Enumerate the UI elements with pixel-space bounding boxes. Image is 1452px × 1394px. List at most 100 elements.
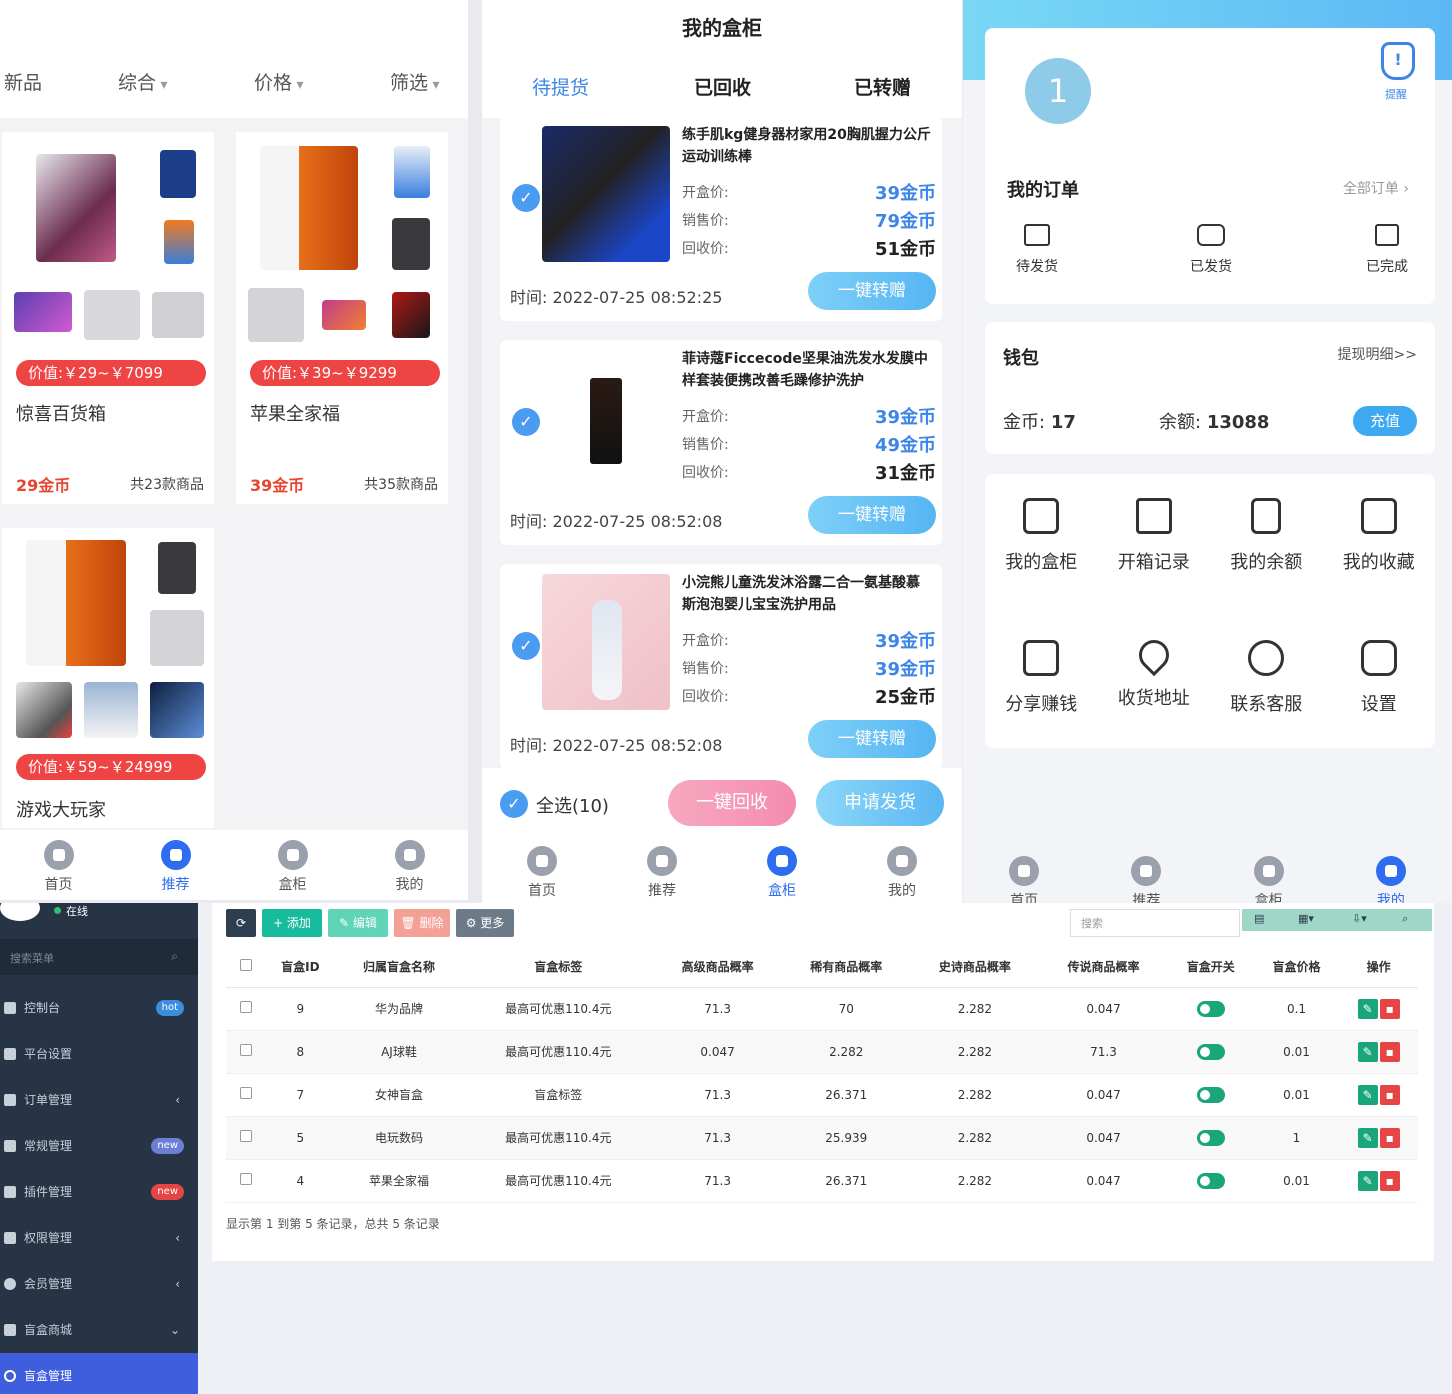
box-icon [1375, 224, 1399, 246]
order-state-shipped[interactable]: 已发货 [1181, 224, 1241, 276]
tab-home[interactable]: 首页 [0, 830, 117, 900]
transfer-button[interactable]: 一键转赠 [808, 272, 936, 310]
filter-new[interactable]: 新品 [4, 68, 42, 95]
columns-icon[interactable]: ▤ [1254, 912, 1264, 925]
column-legend-prob[interactable]: 传说商品概率 [1039, 947, 1168, 988]
tab-mine[interactable]: 我的 [1330, 846, 1452, 910]
column-name[interactable]: 归属盲盒名称 [334, 947, 464, 988]
avatar[interactable]: 1 [1025, 58, 1091, 124]
table-header-row: 盲盒ID 归属盲盒名称 盲盒标签 高级商品概率 稀有商品概率 史诗商品概率 传说… [226, 947, 1418, 988]
menu-open-records[interactable]: 开箱记录 [1098, 498, 1211, 574]
order-state-pending[interactable]: 待发货 [1007, 224, 1067, 276]
check-icon[interactable]: ✓ [512, 184, 540, 212]
select-all-label[interactable]: 全选(10) [536, 792, 609, 818]
menu-my-balance[interactable]: 我的余额 [1210, 498, 1323, 574]
row-checkbox [240, 1087, 252, 1099]
table-row[interactable]: 9 华为品牌 最高可优惠110.4元 71.3 70 2.282 0.047 0.1 ✎ ▪ [226, 987, 1418, 1031]
tab-cabinet[interactable]: 盒柜 [234, 830, 351, 900]
export-icon[interactable]: ⇩▾ [1352, 912, 1367, 925]
sidebar-item-blindbox-manage[interactable]: 盲盒管理 [0, 1353, 198, 1394]
sidebar-item-orders[interactable]: 订单管理 ‹ [0, 1077, 198, 1123]
sidebar-item-permissions[interactable]: 权限管理 ‹ [0, 1215, 198, 1261]
column-tag[interactable]: 盲盒标签 [463, 947, 654, 988]
column-id[interactable]: 盲盒ID [266, 947, 335, 988]
recycle-all-button[interactable]: 一键回收 [668, 780, 796, 826]
more-button[interactable]: ⚙ 更多 [456, 909, 514, 937]
table-row[interactable]: 5 电玩数码 最高可优惠110.4元 71.3 25.939 2.282 0.047 1 ✎… [226, 1116, 1418, 1160]
table-tools[interactable]: ▤ ▦▾ ⇩▾ ⌕ [1242, 909, 1432, 931]
tab-recycled[interactable]: 已回收 [694, 73, 751, 100]
delete-button[interactable]: 🗑 删除 [394, 909, 450, 937]
table-row[interactable]: 8 AJ球鞋 最高可优惠110.4元 0.047 2.282 2.282 71.3 0.01… [226, 1030, 1418, 1074]
check-icon[interactable]: ✓ [512, 632, 540, 660]
filter-screen[interactable]: 筛选 [390, 68, 440, 95]
table-row[interactable]: 7 女神盲盒 盲盒标签 71.3 26.371 2.282 0.047 0.01 ✎ ▪ [226, 1073, 1418, 1117]
menu-grid-row: 分享赚钱 收货地址 联系客服 设置 [985, 633, 1436, 716]
menu-search[interactable]: 搜索菜单 ⌕ [0, 939, 198, 975]
sidebar-item-general[interactable]: 常规管理 new [0, 1123, 198, 1169]
transfer-button[interactable]: 一键转赠 [808, 496, 936, 534]
column-price[interactable]: 盲盒价格 [1253, 947, 1340, 988]
product-card[interactable]: 价值:￥39~￥9299 苹果全家福 39金币 共35款商品 [236, 132, 448, 504]
sidebar-item-members[interactable]: 会员管理 ‹ [0, 1261, 198, 1307]
menu-share[interactable]: 分享赚钱 [985, 640, 1098, 716]
product-card[interactable]: 价值:￥59~￥24999 游戏大玩家 [2, 528, 214, 828]
tab-recommend[interactable]: 推荐 [602, 836, 722, 905]
filter-price[interactable]: 价格 [254, 68, 304, 95]
sell-price-label: 销售价: [682, 213, 729, 229]
tab-cabinet[interactable]: 盒柜 [1208, 846, 1330, 910]
transfer-button[interactable]: 一键转赠 [808, 720, 936, 758]
tab-pending[interactable]: 待提货 [532, 73, 589, 100]
menu-settings[interactable]: 设置 [1323, 640, 1436, 716]
delete-icon: ▪ [1379, 1041, 1400, 1062]
product-card[interactable]: 价值:￥29~￥7099 惊喜百货箱 29金币 共23款商品 [2, 132, 214, 504]
order-time: 时间: 2022-07-25 08:52:25 [510, 288, 723, 307]
search-input[interactable]: 搜索 [1070, 909, 1240, 937]
tab-home[interactable]: 首页 [482, 836, 602, 905]
headset-icon [1248, 640, 1285, 676]
laptop-image [150, 682, 204, 738]
select-all-checkbox [240, 959, 252, 972]
keyboard-image [16, 682, 72, 738]
tab-mine[interactable]: 我的 [351, 830, 468, 900]
column-epic-prob[interactable]: 史诗商品概率 [910, 947, 1040, 988]
sidebar-item-plugins[interactable]: 插件管理 new [0, 1169, 198, 1215]
sidebar-item-platform[interactable]: 平台设置 [0, 1031, 198, 1077]
earbuds-image [248, 288, 304, 342]
open-price: 39金币 [874, 631, 936, 652]
search-input[interactable]: 搜索菜单 [10, 950, 54, 966]
tab-transferred[interactable]: 已转赠 [854, 73, 911, 100]
notice-label[interactable]: 提醒 [1385, 86, 1407, 102]
column-switch[interactable]: 盲盒开关 [1167, 947, 1254, 988]
column-rare-prob[interactable]: 稀有商品概率 [781, 947, 911, 988]
add-button[interactable]: + 添加 [262, 909, 322, 937]
withdraw-link[interactable]: 提现明细>> [1338, 344, 1417, 364]
sidebar-item-blindbox-mall[interactable]: 盲盒商城 ⌄ [0, 1307, 198, 1353]
search-icon[interactable]: ⌕ [1402, 912, 1408, 926]
all-orders-link[interactable]: 全部订单 › [1343, 178, 1409, 198]
column-advanced-prob[interactable]: 高级商品概率 [653, 947, 782, 988]
select-all-check-icon[interactable]: ✓ [500, 790, 528, 818]
user-icon [4, 1278, 16, 1290]
search-icon[interactable]: ⌕ [171, 949, 178, 964]
refresh-button[interactable]: ⟳ [226, 909, 256, 937]
menu-my-cabinet[interactable]: 我的盒柜 [985, 498, 1098, 574]
edit-button[interactable]: ✎ 编辑 [328, 909, 388, 937]
order-state-done[interactable]: 已完成 [1357, 224, 1417, 276]
menu-support[interactable]: 联系客服 [1210, 640, 1323, 716]
menu-favorites[interactable]: 我的收藏 [1323, 498, 1436, 574]
tab-recommend[interactable]: 推荐 [117, 830, 234, 900]
grid-icon[interactable]: ▦▾ [1298, 912, 1314, 925]
ship-request-button[interactable]: 申请发货 [816, 780, 944, 826]
filter-general[interactable]: 综合 [118, 68, 168, 95]
menu-address[interactable]: 收货地址 [1098, 633, 1211, 716]
tab-recommend[interactable]: 推荐 [1085, 846, 1207, 910]
tab-mine[interactable]: 我的 [842, 836, 962, 905]
check-icon[interactable]: ✓ [512, 408, 540, 436]
notice-icon[interactable]: ! [1381, 42, 1415, 80]
sidebar-item-dashboard[interactable]: 控制台 hot [0, 985, 198, 1031]
tab-cabinet[interactable]: 盒柜 [722, 836, 842, 905]
recharge-button[interactable]: 充值 [1353, 406, 1417, 436]
tab-home[interactable]: 首页 [963, 846, 1085, 910]
table-row[interactable]: 4 苹果全家福 最高可优惠110.4元 71.3 26.371 2.282 0.047 0.… [226, 1159, 1418, 1203]
